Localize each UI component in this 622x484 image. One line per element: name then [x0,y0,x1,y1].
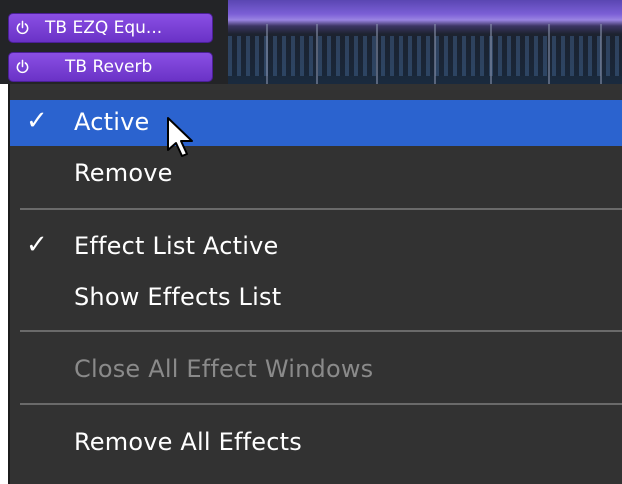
menu-item-label: Close All Effect Windows [74,355,374,383]
menu-separator [20,208,622,210]
waveform-gridline [434,24,436,84]
checkmark-icon: ✓ [26,230,48,260]
menu-item-close-all-effect-windows: Close All Effect Windows [10,347,622,393]
menu-item-label: Active [74,108,150,136]
checkmark-icon: ✓ [26,106,48,136]
effect-slot-label: TB Reverb [65,57,153,77]
menu-item-label: Effect List Active [74,232,279,260]
menu-item-label: Remove All Effects [74,428,302,456]
menu-separator [20,403,622,405]
waveform-gridline [600,24,602,84]
waveform-gridline [316,24,318,84]
menu-separator [20,330,622,332]
power-icon[interactable] [15,20,30,35]
screen: TB EZQ Equ... TB Reverb ✓ Active Remove … [0,0,622,484]
waveform-gridline [376,24,378,84]
menu-item-label: Show Effects List [74,283,282,311]
track-strip: TB EZQ Equ... TB Reverb [0,0,622,84]
menu-item-remove-all-effects[interactable]: Remove All Effects [10,420,622,466]
waveform-gridline [490,24,492,84]
waveform-gridline [266,24,268,84]
mouse-cursor-icon [167,117,193,157]
waveform-gridline [548,24,550,84]
menu-item-label: Remove [74,159,173,187]
effect-slots-panel: TB EZQ Equ... TB Reverb [0,0,228,84]
menu-item-active[interactable]: ✓ Active [10,100,622,146]
waveform-view[interactable] [228,0,622,84]
waveform-band [228,36,622,76]
menu-item-effect-list-active[interactable]: ✓ Effect List Active [10,224,622,270]
menu-item-remove[interactable]: Remove [10,151,622,197]
effect-slot-label: TB EZQ Equ... [45,18,163,38]
effect-slot-reverb[interactable]: TB Reverb [8,52,213,82]
context-menu: ✓ Active Remove ✓ Effect List Active Sho… [8,84,622,484]
effect-slot-ezq[interactable]: TB EZQ Equ... [8,13,213,43]
power-icon[interactable] [15,59,30,74]
menu-item-show-effects-list[interactable]: Show Effects List [10,275,622,321]
